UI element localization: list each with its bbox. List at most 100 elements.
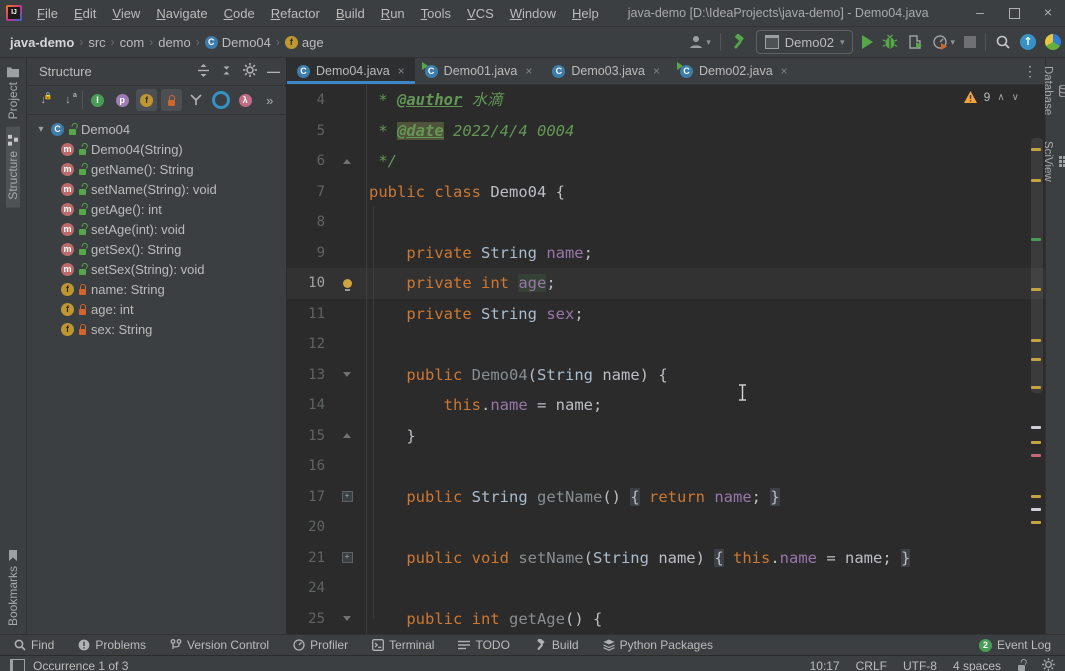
collapse-all-icon[interactable] [220, 64, 233, 80]
breadcrumb-demo[interactable]: demo [158, 35, 191, 50]
run-button[interactable] [862, 35, 873, 49]
menu-help[interactable]: Help [565, 4, 606, 23]
menu-code[interactable]: Code [217, 4, 262, 23]
tree-item-class[interactable]: ▾CDemo04 [27, 119, 286, 139]
more-filters-icon[interactable]: » [259, 89, 280, 111]
show-lambdas-blue-icon[interactable] [210, 89, 231, 111]
minimize-button[interactable]: – [963, 1, 997, 25]
line-endings[interactable]: CRLF [856, 659, 887, 671]
warning-mark[interactable] [1031, 339, 1041, 342]
info-mark[interactable] [1031, 426, 1041, 429]
sidebar-tab-structure[interactable]: Structure [6, 127, 20, 208]
tree-item-method[interactable]: mgetSex(): String [27, 239, 286, 259]
fold-end-icon[interactable] [343, 159, 351, 164]
menu-navigate[interactable]: Navigate [149, 4, 214, 23]
sidebar-tab-sciview[interactable]: SciView [1042, 141, 1065, 182]
run-with-coverage-button[interactable] [907, 34, 923, 50]
tool-button-profiler[interactable]: Profiler [293, 638, 348, 652]
show-anonymous-icon[interactable] [186, 89, 207, 111]
settings-gear-icon[interactable] [1042, 658, 1055, 671]
warning-mark[interactable] [1031, 179, 1041, 182]
menu-edit[interactable]: Edit [67, 4, 103, 23]
code-with-me-sphere-icon[interactable] [1045, 34, 1061, 50]
warning-mark[interactable] [1031, 386, 1041, 389]
build-project-button[interactable] [730, 34, 747, 50]
tree-item-method[interactable]: mgetAge(): int [27, 199, 286, 219]
tool-button-todo[interactable]: TODO [458, 638, 509, 652]
run-configuration-select[interactable]: Demo02 ▾ [756, 30, 854, 54]
show-non-public-icon[interactable] [161, 89, 182, 111]
breadcrumb-class[interactable]: CDemo04 [205, 35, 271, 50]
sort-alphabetically-icon[interactable]: ↓a [58, 89, 79, 111]
tool-button-build[interactable]: Build [534, 638, 579, 652]
tree-item-method[interactable]: msetSex(String): void [27, 259, 286, 279]
close-icon[interactable]: × [525, 64, 532, 78]
tab-demo01[interactable]: CDemo01.java× [415, 58, 543, 84]
maximize-button[interactable] [997, 1, 1031, 25]
tool-button-version-control[interactable]: Version Control [170, 638, 269, 652]
caret-position[interactable]: 10:17 [810, 659, 840, 671]
tab-demo03[interactable]: CDemo03.java× [542, 58, 670, 84]
search-everywhere-button[interactable] [995, 34, 1011, 50]
show-properties-icon[interactable]: p [112, 89, 133, 111]
sidebar-tab-project[interactable]: Project [6, 58, 20, 127]
show-inherited-icon[interactable]: I [87, 89, 108, 111]
stop-button[interactable] [964, 36, 976, 48]
tab-demo04[interactable]: CDemo04.java× [287, 58, 415, 84]
warning-mark[interactable] [1031, 495, 1041, 498]
scrollbar-thumb[interactable] [1031, 138, 1043, 393]
info-mark[interactable] [1031, 508, 1041, 511]
tree-item-field[interactable]: fage: int [27, 299, 286, 319]
ide-update-icon[interactable]: ↑ [1020, 34, 1036, 50]
menu-refactor[interactable]: Refactor [264, 4, 327, 23]
breadcrumb-com[interactable]: com [120, 35, 145, 50]
menu-build[interactable]: Build [329, 4, 372, 23]
fold-open-icon[interactable] [343, 372, 351, 377]
code-editor[interactable]: 4 * @author 水滴 5 * @date 2022/4/4 0004 6… [287, 85, 1045, 634]
warning-mark[interactable] [1031, 358, 1041, 361]
error-stripe[interactable] [1027, 85, 1045, 634]
profiler-button[interactable]: ▾ [932, 34, 955, 50]
close-icon[interactable]: × [653, 64, 660, 78]
tree-item-method[interactable]: mgetName(): String [27, 159, 286, 179]
show-fields-icon[interactable]: f [136, 89, 157, 111]
breadcrumb-src[interactable]: src [88, 35, 105, 50]
close-icon[interactable]: × [781, 64, 788, 78]
debug-button[interactable] [882, 34, 898, 50]
file-encoding[interactable]: UTF-8 [903, 659, 937, 671]
intention-bulb-icon[interactable] [343, 279, 352, 288]
expand-all-icon[interactable] [197, 64, 210, 80]
user-account-button[interactable]: ▾ [688, 34, 711, 50]
menu-vcs[interactable]: VCS [460, 4, 501, 23]
ok-mark[interactable] [1031, 238, 1041, 241]
sidebar-tab-bookmarks[interactable]: Bookmarks [6, 542, 20, 634]
indent-setting[interactable]: 4 spaces [953, 659, 1001, 671]
tree-item-field[interactable]: fname: String [27, 279, 286, 299]
unlocked-padlock-icon[interactable] [1017, 660, 1026, 671]
fold-expand-icon[interactable] [342, 491, 353, 502]
tool-button-event-log[interactable]: 2 Event Log [979, 638, 1051, 652]
menu-run[interactable]: Run [374, 4, 412, 23]
breadcrumb-project[interactable]: java-demo [10, 35, 74, 50]
menu-view[interactable]: View [105, 4, 147, 23]
menu-window[interactable]: Window [503, 4, 563, 23]
fold-open-icon[interactable] [343, 616, 351, 621]
sidebar-tab-database[interactable]: Database [1042, 66, 1065, 115]
tab-options-kebab-icon[interactable]: ⋮ [1015, 58, 1045, 84]
tool-button-problems[interactable]: Problems [78, 638, 146, 652]
next-problem-icon[interactable]: ∨ [1012, 92, 1019, 103]
tree-item-method[interactable]: msetAge(int): void [27, 219, 286, 239]
menu-file[interactable]: File [30, 4, 65, 23]
tree-item-method[interactable]: msetName(String): void [27, 179, 286, 199]
prev-problem-icon[interactable]: ∧ [997, 92, 1004, 103]
tool-button-python-packages[interactable]: Python Packages [603, 638, 713, 652]
sort-by-visibility-icon[interactable]: ↓🔒 [33, 89, 54, 111]
warning-mark[interactable] [1031, 441, 1041, 444]
close-icon[interactable]: × [398, 64, 405, 78]
hide-panel-icon[interactable]: — [267, 64, 280, 79]
warning-mark[interactable] [1031, 148, 1041, 151]
settings-gear-icon[interactable] [243, 63, 257, 80]
warning-mark[interactable] [1031, 288, 1041, 291]
tool-window-toggle-icon[interactable] [10, 659, 25, 671]
breadcrumb-field[interactable]: fage [285, 35, 324, 50]
